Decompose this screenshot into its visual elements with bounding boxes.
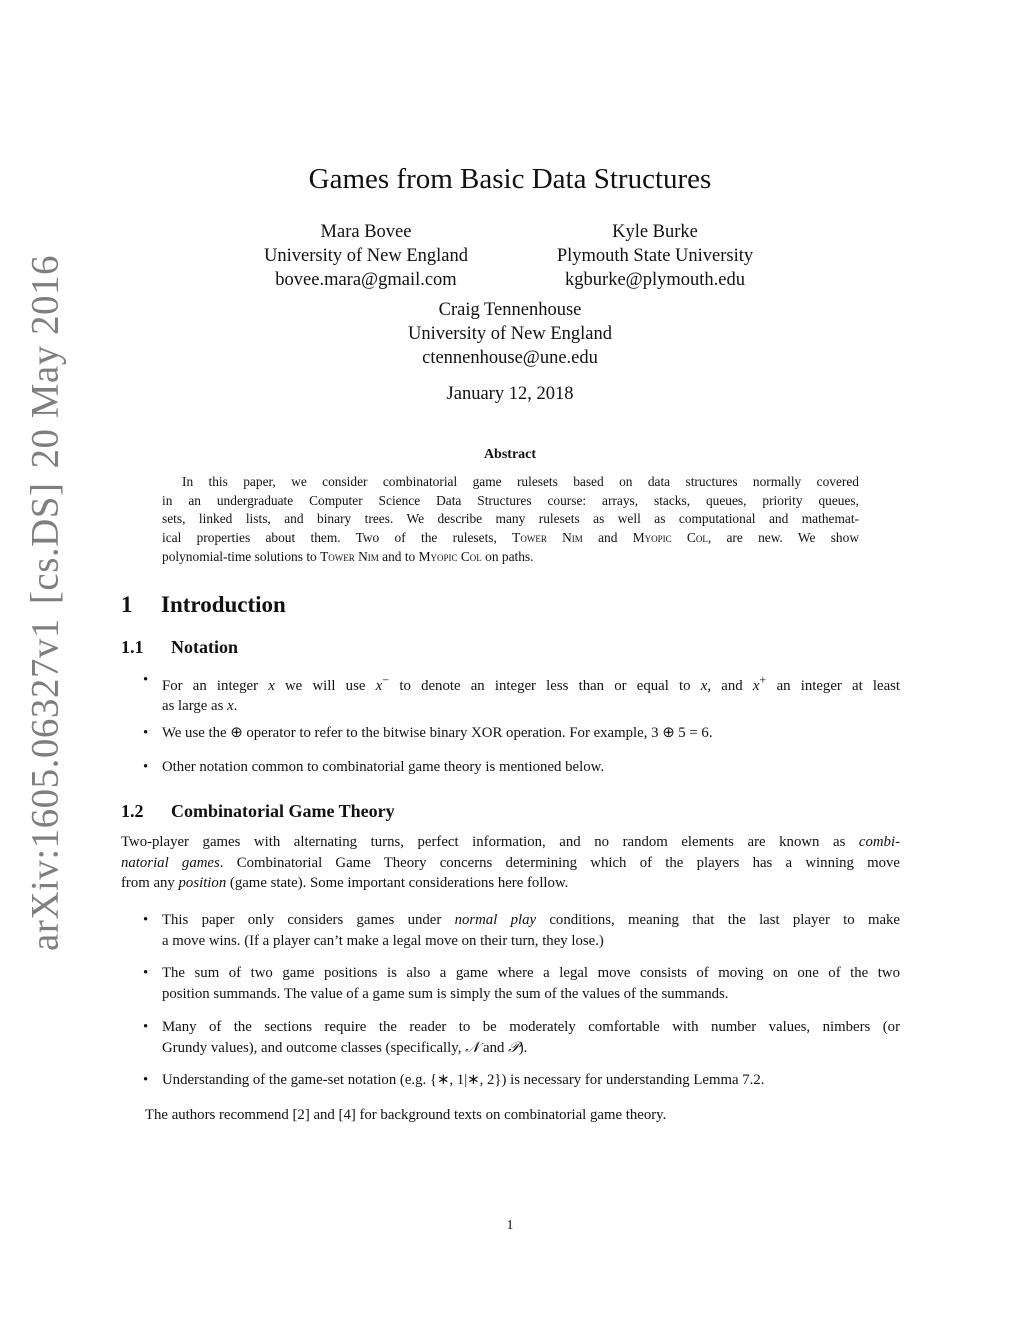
subsection-title: Combinatorial Game Theory: [171, 801, 395, 821]
list-item-line: position summands. The value of a game s…: [162, 985, 729, 1002]
ruleset-name: Tower Nim: [512, 530, 583, 546]
bullet-icon: •: [143, 912, 149, 928]
bullet-icon: •: [143, 672, 149, 688]
bullet-icon: •: [143, 759, 149, 775]
list-item: • Many of the sections require the reade…: [121, 1017, 900, 1058]
arxiv-category: [cs.DS]: [23, 482, 67, 605]
bullet-icon: •: [143, 725, 149, 741]
author-email: bovee.mara@gmail.com: [275, 270, 457, 290]
ruleset-name: Tower Nim: [320, 548, 379, 564]
author-block: Mara Bovee University of New England bov…: [240, 220, 492, 292]
author-name: Craig Tennenhouse: [438, 300, 582, 320]
list-item-line: Grundy values), and outcome classes (spe…: [162, 1039, 528, 1056]
author-name: Kyle Burke: [612, 222, 698, 242]
paragraph-line: The authors recommend [2] and [4] for ba…: [145, 1107, 667, 1123]
list-item: • For an integer x we will use x− to den…: [121, 670, 900, 717]
abstract-line: sets, linked lists, and binary trees. We…: [162, 511, 859, 527]
list-item: • This paper only considers games under …: [121, 910, 900, 951]
paragraph-closing: The authors recommend [2] and [4] for ba…: [145, 1105, 900, 1126]
ruleset-name: Myopic Col: [632, 530, 708, 546]
paragraph-line: from any position (game state). Some imp…: [121, 875, 569, 891]
abstract-heading: Abstract: [483, 447, 537, 462]
list-item-line: Many of the sections require the reader …: [162, 1019, 900, 1035]
paragraph-line: natorial games. Combinatorial Game Theor…: [121, 854, 900, 871]
author-block: Craig Tennenhouse University of New Engl…: [380, 298, 640, 370]
list-item: • The sum of two game positions is also …: [121, 963, 900, 1004]
author-affiliation: Plymouth State University: [556, 246, 754, 266]
subsection-number: 1.2: [121, 801, 144, 821]
arxiv-watermark: arXiv:1605.06327v1 [cs.DS] 20 May 2016: [23, 255, 68, 951]
list-item: • Understanding of the game-set notation…: [121, 1070, 900, 1091]
list-item: • We use the ⊕ operator to refer to the …: [121, 723, 900, 744]
author-name: Mara Bovee: [320, 222, 412, 242]
list-item-line: For an integer x we will use x− to denot…: [162, 673, 901, 694]
subsection-number: 1.1: [121, 637, 144, 657]
list-item-line: This paper only considers games under no…: [162, 912, 900, 928]
abstract-body: In this paper, we consider combinatorial…: [162, 473, 859, 566]
list-item-line: Understanding of the game-set notation (…: [162, 1072, 765, 1088]
author-affiliation: University of New England: [264, 246, 468, 266]
paragraph-line: Two-player games with alternating turns,…: [121, 834, 900, 850]
arxiv-id: arXiv:1605.06327v1: [23, 618, 67, 951]
author-block: Kyle Burke Plymouth State University kgb…: [530, 220, 780, 292]
list-item-line: We use the ⊕ operator to refer to the bi…: [162, 725, 713, 741]
subsection-title: Notation: [171, 637, 238, 657]
author-email: kgburke@plymouth.edu: [565, 270, 745, 290]
abstract-line: ical properties about them. Two of the r…: [162, 530, 859, 546]
list-item: • Other notation common to combinatorial…: [121, 757, 900, 778]
section-heading-introduction: 1 Introduction: [121, 592, 286, 618]
subsection-heading-notation: 1.1 Notation: [121, 637, 238, 658]
paper-title: Games from Basic Data Structures: [308, 163, 712, 195]
bullet-icon: •: [143, 1072, 149, 1088]
author-email: ctennenhouse@une.edu: [422, 348, 598, 368]
subsection-heading-cgt: 1.2 Combinatorial Game Theory: [121, 801, 395, 822]
list-item-line: Other notation common to combinatorial g…: [162, 759, 605, 775]
list-item-line: The sum of two game positions is also a …: [162, 965, 900, 981]
abstract-line: In this paper, we consider combinatorial…: [182, 474, 859, 489]
bullet-icon: •: [143, 1019, 149, 1035]
abstract-line: in an undergraduate Computer Science Dat…: [162, 492, 859, 508]
paper-date: January 12, 2018: [446, 384, 574, 404]
section-title: Introduction: [161, 592, 286, 617]
page-number: 1: [506, 1218, 514, 1233]
paragraph-intro: Two-player games with alternating turns,…: [121, 832, 900, 894]
abstract-line: polynomial-time solutions to Tower Nim a…: [162, 548, 534, 564]
author-affiliation: University of New England: [408, 324, 612, 344]
section-number: 1: [121, 592, 133, 617]
ruleset-name: Myopic Col: [418, 548, 482, 564]
list-item-line: as large as x.: [162, 698, 238, 715]
arxiv-date: 20 May 2016: [23, 255, 67, 469]
list-item-line: a move wins. (If a player can’t make a l…: [162, 932, 604, 949]
bullet-icon: •: [143, 965, 149, 981]
